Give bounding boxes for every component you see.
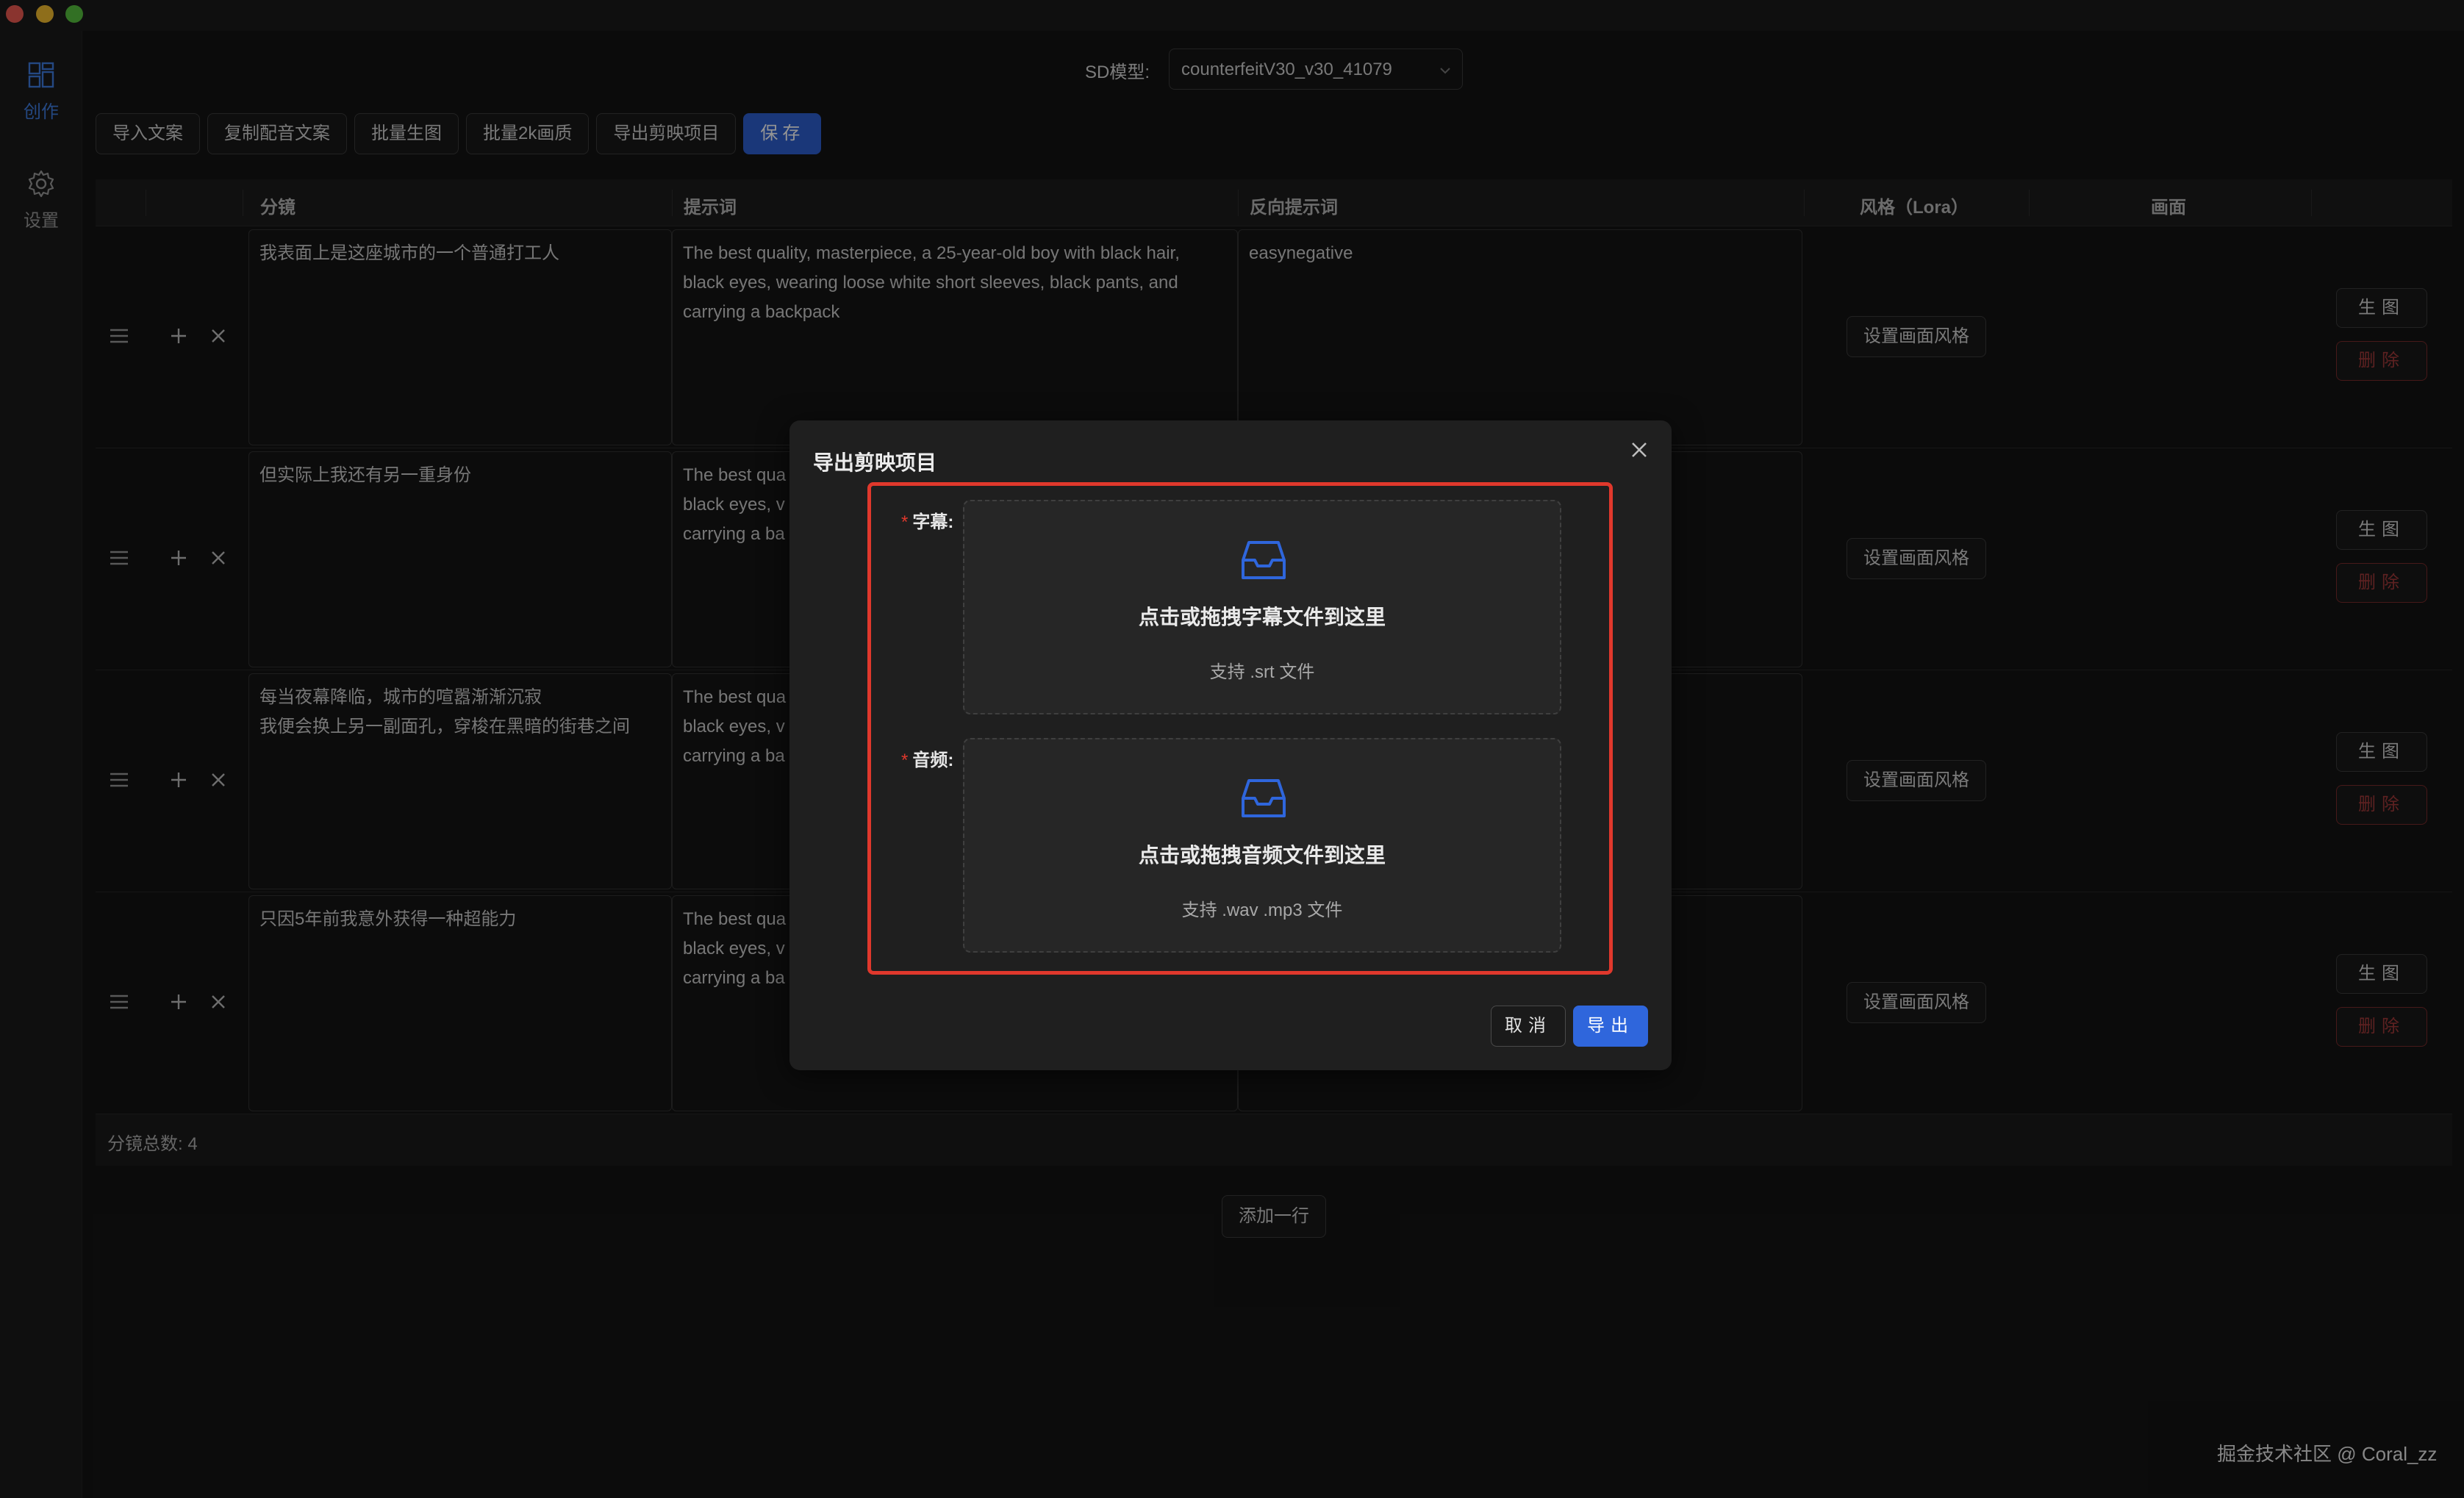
subtitle-dropzone[interactable]: 点击或拖拽字幕文件到这里 支持 .srt 文件 (963, 500, 1561, 714)
subtitle-drop-hint: 支持 .srt 文件 (1209, 662, 1315, 682)
modal-title: 导出剪映项目 (813, 451, 937, 474)
audio-field-label: * 音频: (901, 745, 953, 771)
subtitle-label-text: 字幕: (912, 512, 954, 532)
audio-dropzone[interactable]: 点击或拖拽音频文件到这里 支持 .wav .mp3 文件 (963, 738, 1561, 953)
audio-drop-text: 点击或拖拽音频文件到这里 (1138, 844, 1386, 867)
required-mark: * (901, 512, 909, 532)
subtitle-field-label: * 字幕: (901, 507, 953, 533)
export-button[interactable]: 导出 (1573, 1006, 1648, 1047)
subtitle-drop-text: 点击或拖拽字幕文件到这里 (1138, 606, 1386, 628)
audio-drop-hint: 支持 .wav .mp3 文件 (1181, 900, 1343, 920)
close-icon[interactable] (1626, 437, 1652, 463)
required-mark: * (901, 750, 909, 770)
export-jianying-modal: 导出剪映项目 * 字幕: 点击或拖拽字幕文件到这里 支持 .srt 文件 * 音频: (789, 420, 1672, 1070)
audio-label-text: 音频: (912, 750, 954, 770)
inbox-icon (1242, 779, 1286, 817)
app-window: 创作 设置 SD模型: counterfeitV30_v30_41079 导入文… (0, 0, 2464, 1498)
inbox-icon (1242, 541, 1286, 579)
cancel-button[interactable]: 取消 (1491, 1006, 1566, 1047)
